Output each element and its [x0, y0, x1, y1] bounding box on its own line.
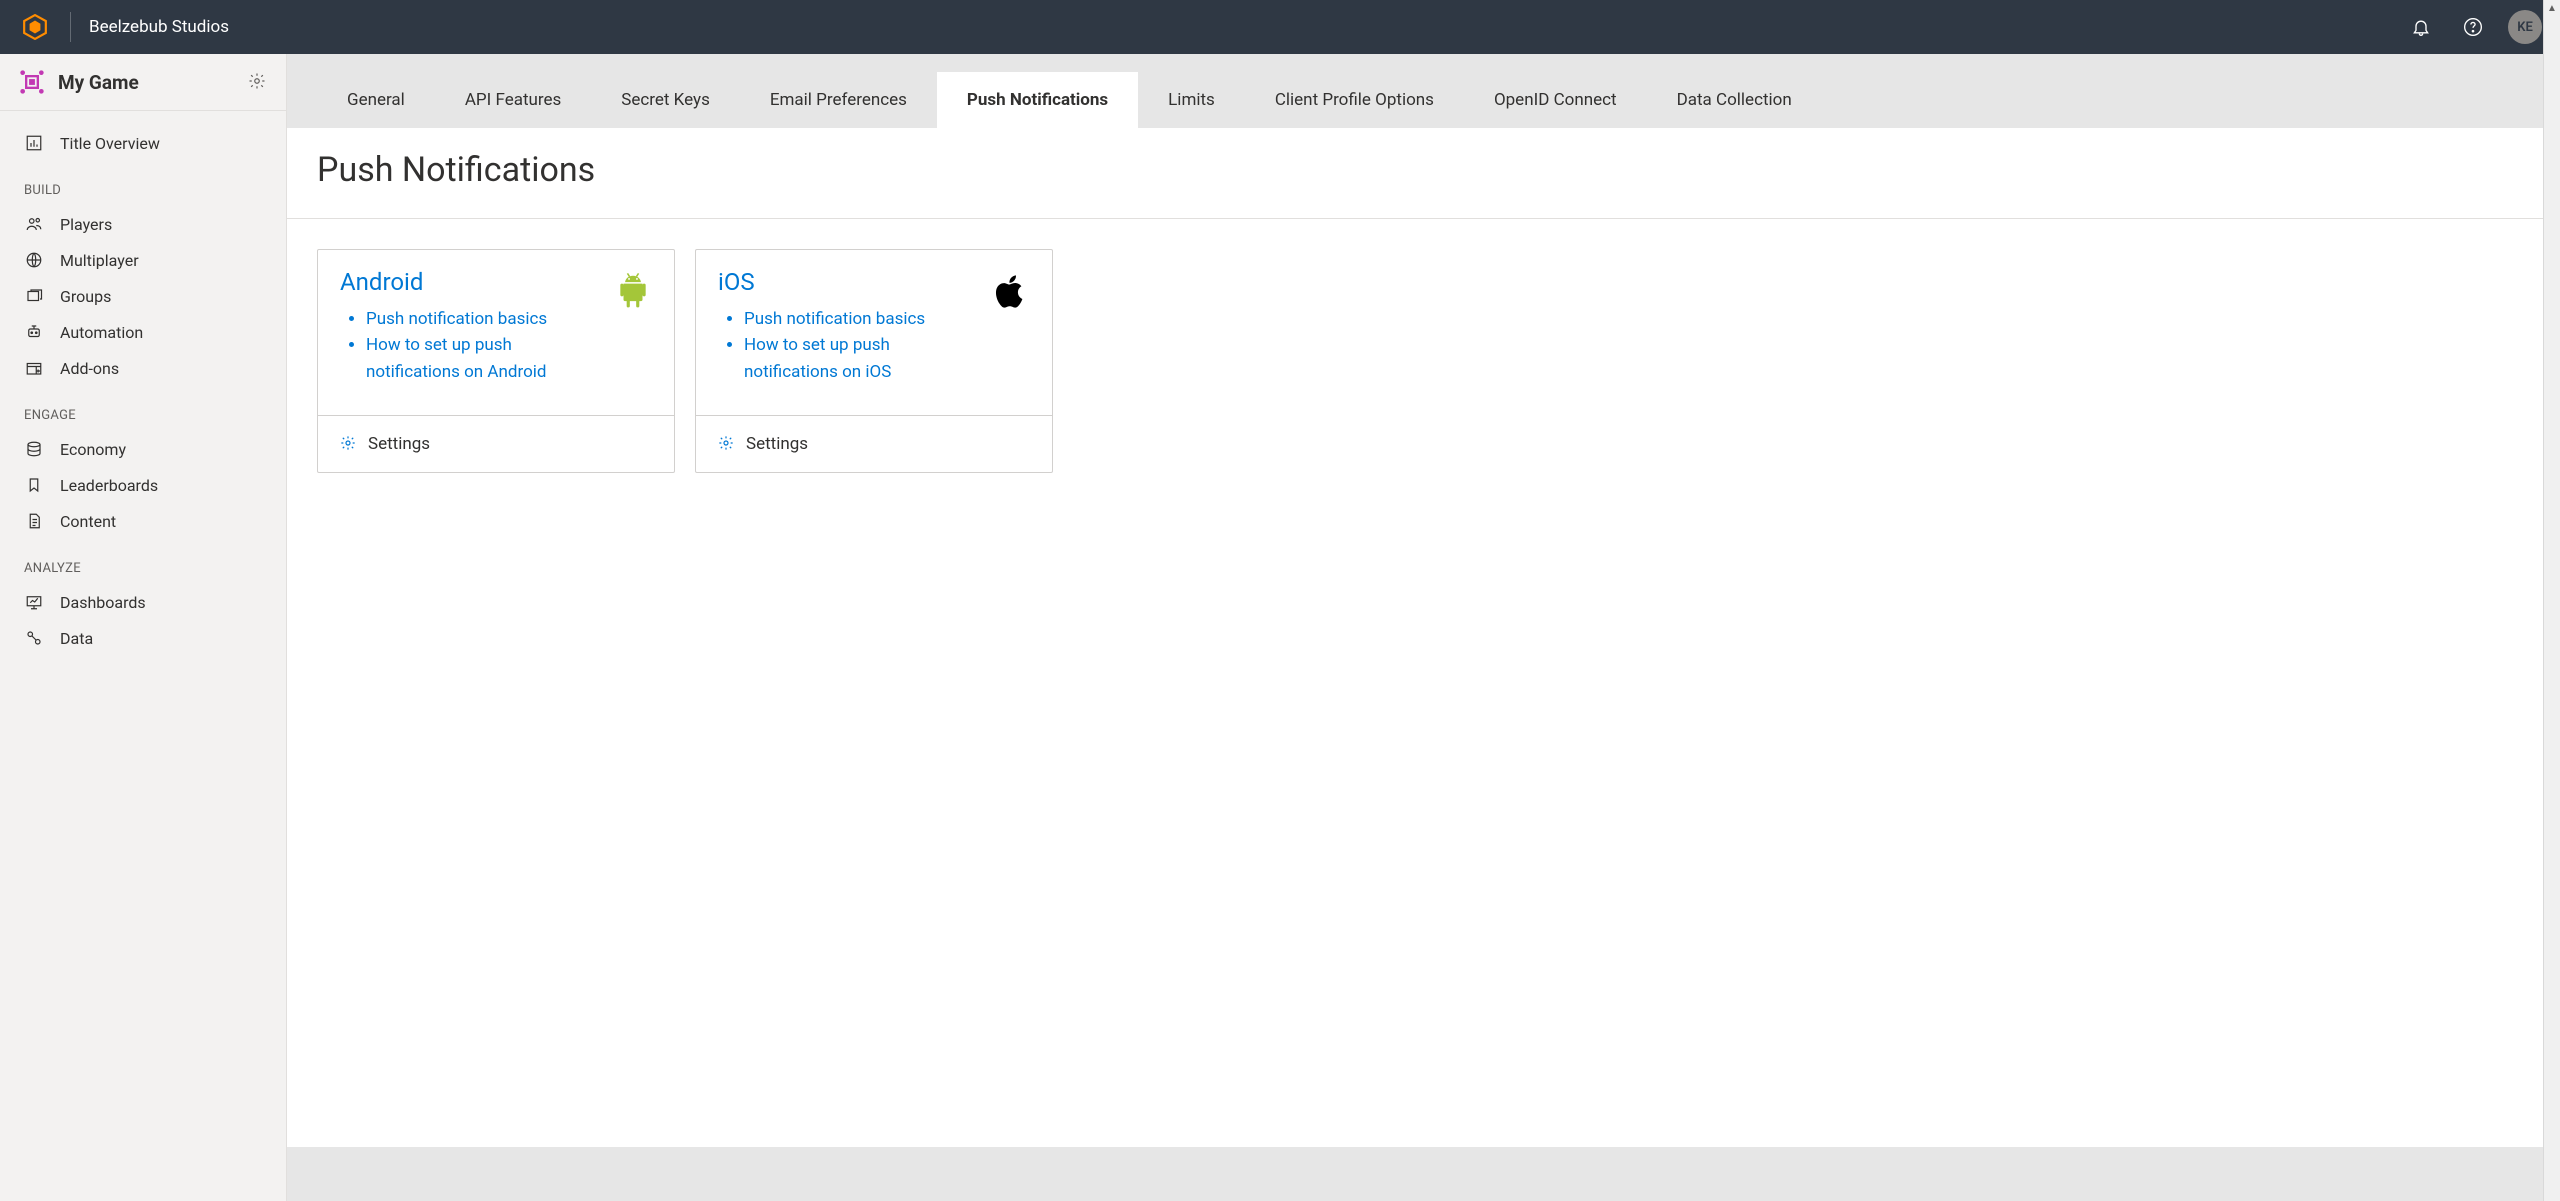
tab-client-profile-options[interactable]: Client Profile Options	[1245, 72, 1464, 128]
section-label: BUILD	[0, 179, 286, 206]
game-header: My Game	[0, 54, 286, 111]
nav-label: Leaderboards	[60, 476, 158, 495]
gear-icon	[718, 435, 736, 453]
economy-icon	[24, 439, 44, 459]
nav-label: Data	[60, 629, 93, 648]
doc-link[interactable]: Push notification basics	[366, 306, 604, 332]
page-title: Push Notifications	[287, 128, 2560, 219]
card-settings-button[interactable]: Settings	[696, 415, 1052, 472]
bookmark-icon	[24, 475, 44, 495]
platform-card-ios: iOS Push notification basicsHow to set up…	[695, 249, 1053, 473]
doc-link[interactable]: How to set up push notifications on Andr…	[366, 332, 604, 385]
tab-data-collection[interactable]: Data Collection	[1647, 72, 1822, 128]
robot-icon	[24, 322, 44, 342]
players-icon	[24, 214, 44, 234]
notifications-icon[interactable]	[2404, 10, 2438, 44]
card-links: Push notification basicsHow to set up pu…	[340, 306, 604, 385]
topbar: Beelzebub Studios KE	[0, 0, 2560, 54]
cards-row: AndroidPush notification basicsHow to se…	[287, 219, 2560, 503]
ios-icon	[992, 268, 1030, 385]
game-icon	[18, 68, 46, 96]
nav-groups[interactable]: Groups	[0, 278, 286, 314]
studio-name[interactable]: Beelzebub Studios	[89, 17, 229, 37]
nav-label: Groups	[60, 287, 111, 306]
product-logo-icon[interactable]	[18, 10, 52, 44]
doc-link[interactable]: Push notification basics	[744, 306, 982, 332]
nav-label: Economy	[60, 440, 126, 459]
section-label: ANALYZE	[0, 557, 286, 584]
nav-label: Title Overview	[60, 134, 160, 153]
card-footer-label: Settings	[746, 434, 808, 454]
content-panel: Push Notifications Android Push notificat…	[287, 128, 2560, 1147]
nav-addons[interactable]: Add-ons	[0, 350, 286, 386]
nav-label: Players	[60, 215, 112, 234]
nav-automation[interactable]: Automation	[0, 314, 286, 350]
nav-label: Multiplayer	[60, 251, 139, 270]
groups-icon	[24, 286, 44, 306]
game-settings-icon[interactable]	[248, 72, 268, 92]
section-label: ENGAGE	[0, 404, 286, 431]
nav-label: Dashboards	[60, 593, 146, 612]
nav-section-top: Title Overview	[0, 111, 286, 165]
nav-content[interactable]: Content	[0, 503, 286, 539]
scroll-up-icon[interactable]: ▲	[2544, 0, 2560, 17]
nav-label: Content	[60, 512, 116, 531]
main-area: GeneralAPI FeaturesSecret KeysEmail Pref…	[287, 54, 2560, 1201]
addons-icon	[24, 358, 44, 378]
nav-leaderboards[interactable]: Leaderboards	[0, 467, 286, 503]
nav-section-engage: ENGAGE Economy Leaderboards Content	[0, 390, 286, 543]
topbar-divider	[70, 12, 71, 42]
gear-icon	[340, 435, 358, 453]
card-title[interactable]: iOS	[718, 268, 982, 296]
settings-tabstrip: GeneralAPI FeaturesSecret KeysEmail Pref…	[287, 54, 2560, 128]
nav-title-overview[interactable]: Title Overview	[0, 125, 286, 161]
tab-general[interactable]: General	[317, 72, 435, 128]
nav-section-analyze: ANALYZE Dashboards Data	[0, 543, 286, 660]
nav-economy[interactable]: Economy	[0, 431, 286, 467]
nav-players[interactable]: Players	[0, 206, 286, 242]
card-settings-button[interactable]: Settings	[318, 415, 674, 472]
globe-icon	[24, 250, 44, 270]
nav-data[interactable]: Data	[0, 620, 286, 656]
nav-label: Add-ons	[60, 359, 119, 378]
nav-multiplayer[interactable]: Multiplayer	[0, 242, 286, 278]
doc-link[interactable]: How to set up push notifications on iOS	[744, 332, 982, 385]
tab-push-notifications[interactable]: Push Notifications	[937, 72, 1138, 128]
bar-chart-icon	[24, 133, 44, 153]
document-icon	[24, 511, 44, 531]
tab-openid-connect[interactable]: OpenID Connect	[1464, 72, 1647, 128]
nav-section-build: BUILD Players Multiplayer Groups Automat…	[0, 165, 286, 390]
nav-dashboards[interactable]: Dashboards	[0, 584, 286, 620]
tab-secret-keys[interactable]: Secret Keys	[591, 72, 740, 128]
card-title[interactable]: Android	[340, 268, 604, 296]
dashboard-icon	[24, 592, 44, 612]
tab-api-features[interactable]: API Features	[435, 72, 591, 128]
android-icon	[614, 268, 652, 385]
data-icon	[24, 628, 44, 648]
tab-limits[interactable]: Limits	[1138, 72, 1245, 128]
sidebar: My Game Title Overview BUILD Players Mul…	[0, 54, 287, 1201]
card-footer-label: Settings	[368, 434, 430, 454]
nav-label: Automation	[60, 323, 143, 342]
platform-card-android: Android Push notification basicsHow to se…	[317, 249, 675, 473]
game-title[interactable]: My Game	[58, 71, 236, 94]
user-avatar[interactable]: KE	[2508, 10, 2542, 44]
help-icon[interactable]	[2456, 10, 2490, 44]
card-links: Push notification basicsHow to set up pu…	[718, 306, 982, 385]
window-scrollbar[interactable]: ▲	[2543, 0, 2560, 1201]
tab-email-preferences[interactable]: Email Preferences	[740, 72, 937, 128]
